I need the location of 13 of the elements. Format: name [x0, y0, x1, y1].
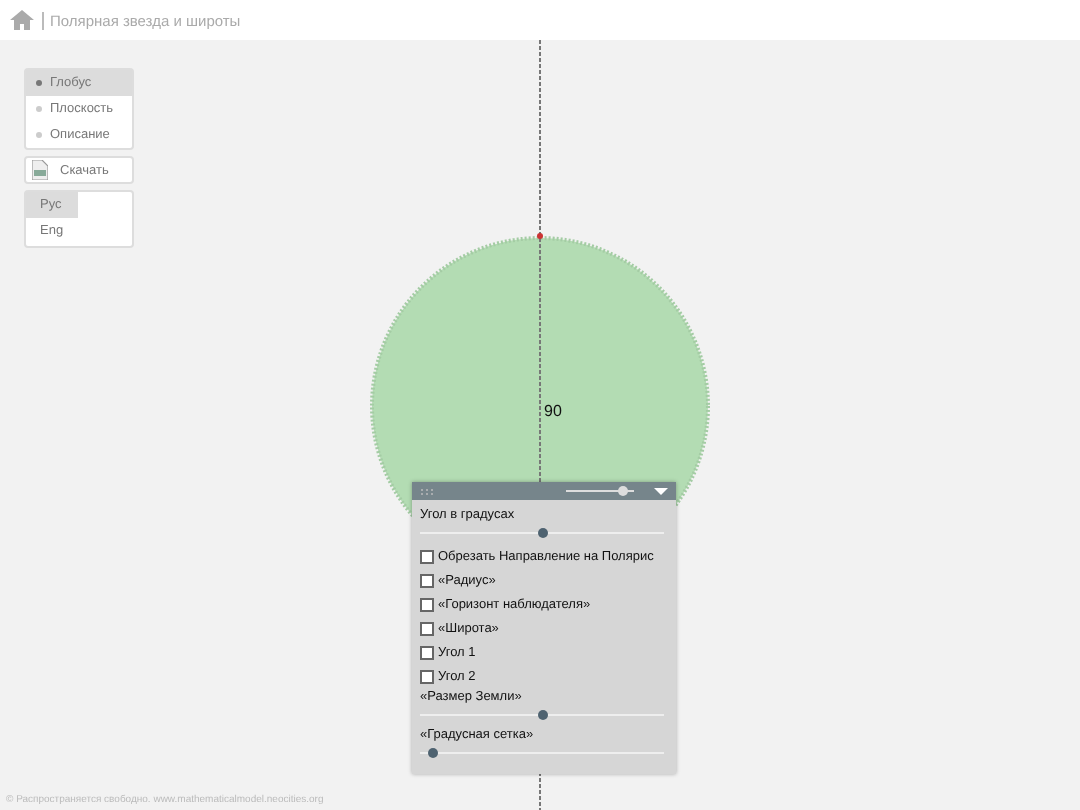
slider-thumb[interactable] — [427, 748, 438, 758]
checkbox[interactable] — [420, 573, 434, 587]
checkbox[interactable] — [420, 621, 434, 635]
file-icon — [32, 160, 48, 180]
checkbox[interactable] — [420, 597, 434, 611]
angle-label: 90 — [544, 402, 562, 420]
slider-thumb[interactable] — [537, 710, 547, 720]
checkbox[interactable] — [420, 645, 434, 659]
slider-thumb[interactable] — [537, 528, 547, 538]
checkbox[interactable] — [420, 669, 434, 683]
caret-icon[interactable] — [654, 487, 668, 495]
slider-thumb[interactable] — [618, 486, 629, 496]
checkbox[interactable] — [420, 549, 434, 563]
